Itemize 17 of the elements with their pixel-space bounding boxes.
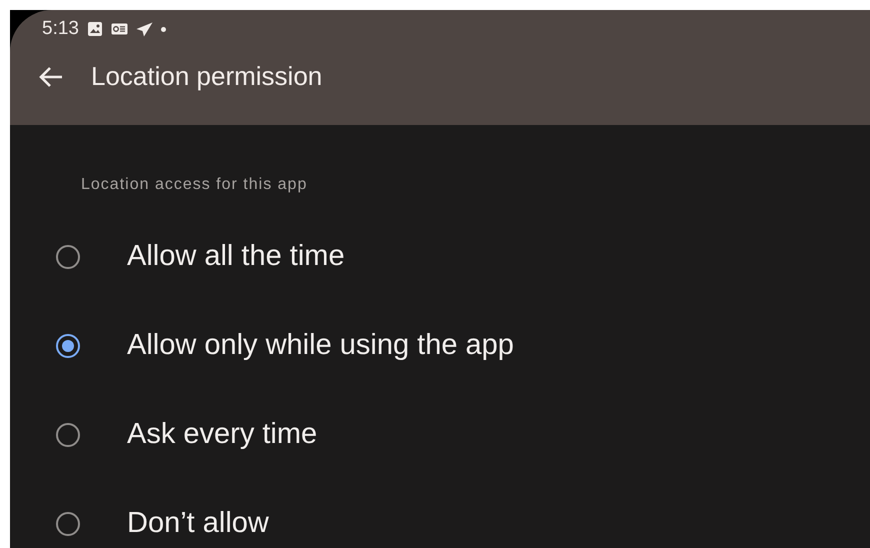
option-label[interactable]: Allow all the time	[127, 240, 345, 273]
back-arrow-icon	[38, 66, 64, 88]
radio-button[interactable]	[56, 422, 80, 446]
image-icon	[86, 21, 103, 37]
status-time: 5:13	[42, 18, 79, 40]
option-label[interactable]: Don’t allow	[127, 507, 269, 540]
radio-button[interactable]	[56, 334, 80, 358]
card-icon	[110, 23, 128, 35]
radio-button[interactable]	[56, 244, 80, 268]
section-header: Location access for this app	[80, 175, 308, 194]
option-label[interactable]: Ask every time	[127, 418, 318, 451]
back-button[interactable]	[38, 66, 64, 88]
dot-icon	[160, 26, 166, 32]
page-title: Location permission	[91, 61, 322, 92]
option-label[interactable]: Allow only while using the app	[127, 329, 514, 362]
radio-button[interactable]	[56, 512, 80, 536]
send-icon	[136, 22, 153, 36]
